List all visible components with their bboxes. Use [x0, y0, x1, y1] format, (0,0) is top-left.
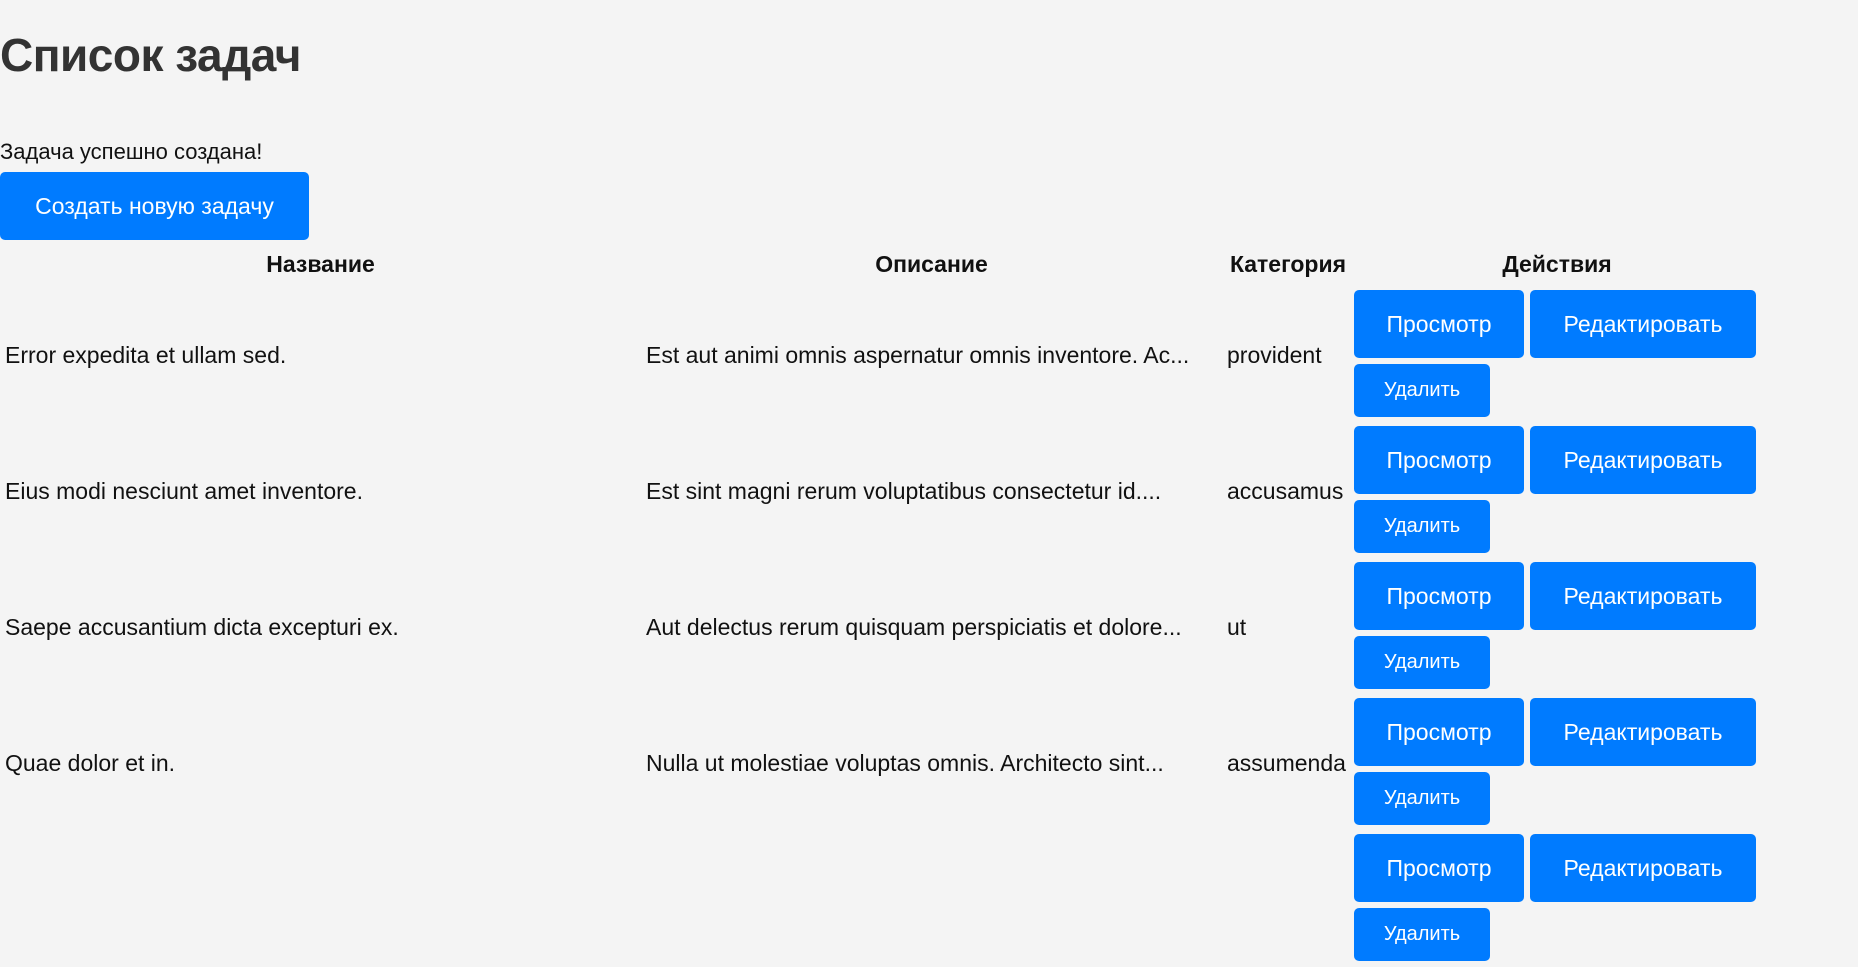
edit-button[interactable]: Редактировать: [1530, 426, 1756, 494]
task-description: [641, 831, 1222, 967]
table-row: Quae dolor et in. Nulla ut molestiae vol…: [0, 695, 1760, 831]
create-task-button[interactable]: Создать новую задачу: [0, 172, 309, 240]
delete-button[interactable]: Удалить: [1354, 636, 1490, 689]
edit-button[interactable]: Редактировать: [1530, 834, 1756, 902]
task-title: Eius modi nesciunt amet inventore.: [5, 477, 363, 504]
task-category: assumenda: [1227, 749, 1346, 776]
column-header-title: Название: [266, 250, 375, 277]
column-header-description: Описание: [875, 250, 988, 277]
task-title: Quae dolor et in.: [5, 749, 176, 776]
task-description: Nulla ut molestiae voluptas omnis. Archi…: [646, 749, 1164, 776]
task-category: [1222, 831, 1354, 967]
task-actions: Просмотр Редактировать Удалить: [1354, 831, 1760, 967]
task-actions: Просмотр Редактировать Удалить: [1354, 423, 1760, 559]
task-table: Название Описание Категория Действия Err…: [0, 241, 1760, 967]
table-row: Eius modi nesciunt amet inventore. Est s…: [0, 423, 1760, 559]
view-button[interactable]: Просмотр: [1354, 834, 1524, 902]
task-description: Est sint magni rerum voluptatibus consec…: [646, 477, 1162, 504]
table-row: Error expedita et ullam sed. Est aut ani…: [0, 287, 1760, 423]
edit-button[interactable]: Редактировать: [1530, 290, 1756, 358]
view-button[interactable]: Просмотр: [1354, 426, 1524, 494]
task-title: [0, 831, 641, 967]
view-button[interactable]: Просмотр: [1354, 562, 1524, 630]
table-header-row: Название Описание Категория Действия: [0, 241, 1760, 287]
edit-button[interactable]: Редактировать: [1530, 562, 1756, 630]
task-description: Aut delectus rerum quisquam perspiciatis…: [646, 613, 1182, 640]
column-header-category: Категория: [1229, 250, 1347, 277]
delete-button[interactable]: Удалить: [1354, 500, 1490, 553]
task-actions: Просмотр Редактировать Удалить: [1354, 287, 1760, 423]
edit-button[interactable]: Редактировать: [1530, 698, 1756, 766]
page-title: Список задач: [0, 29, 301, 81]
column-header-actions: Действия: [1502, 250, 1612, 277]
task-actions: Просмотр Редактировать Удалить: [1354, 695, 1760, 831]
delete-button[interactable]: Удалить: [1354, 908, 1490, 961]
table-row: Saepe accusantium dicta excepturi ex. Au…: [0, 559, 1760, 695]
task-category: ut: [1227, 613, 1247, 640]
task-category: provident: [1227, 341, 1322, 368]
task-category: accusamus: [1227, 477, 1344, 504]
task-description: Est aut animi omnis aspernatur omnis inv…: [646, 341, 1190, 368]
task-title: Saepe accusantium dicta excepturi ex.: [5, 613, 399, 640]
success-message: Задача успешно создана!: [0, 139, 263, 164]
view-button[interactable]: Просмотр: [1354, 290, 1524, 358]
delete-button[interactable]: Удалить: [1354, 364, 1490, 417]
table-row: Просмотр Редактировать Удалить: [0, 831, 1760, 967]
view-button[interactable]: Просмотр: [1354, 698, 1524, 766]
delete-button[interactable]: Удалить: [1354, 772, 1490, 825]
task-actions: Просмотр Редактировать Удалить: [1354, 559, 1760, 695]
task-title: Error expedita et ullam sed.: [5, 341, 287, 368]
